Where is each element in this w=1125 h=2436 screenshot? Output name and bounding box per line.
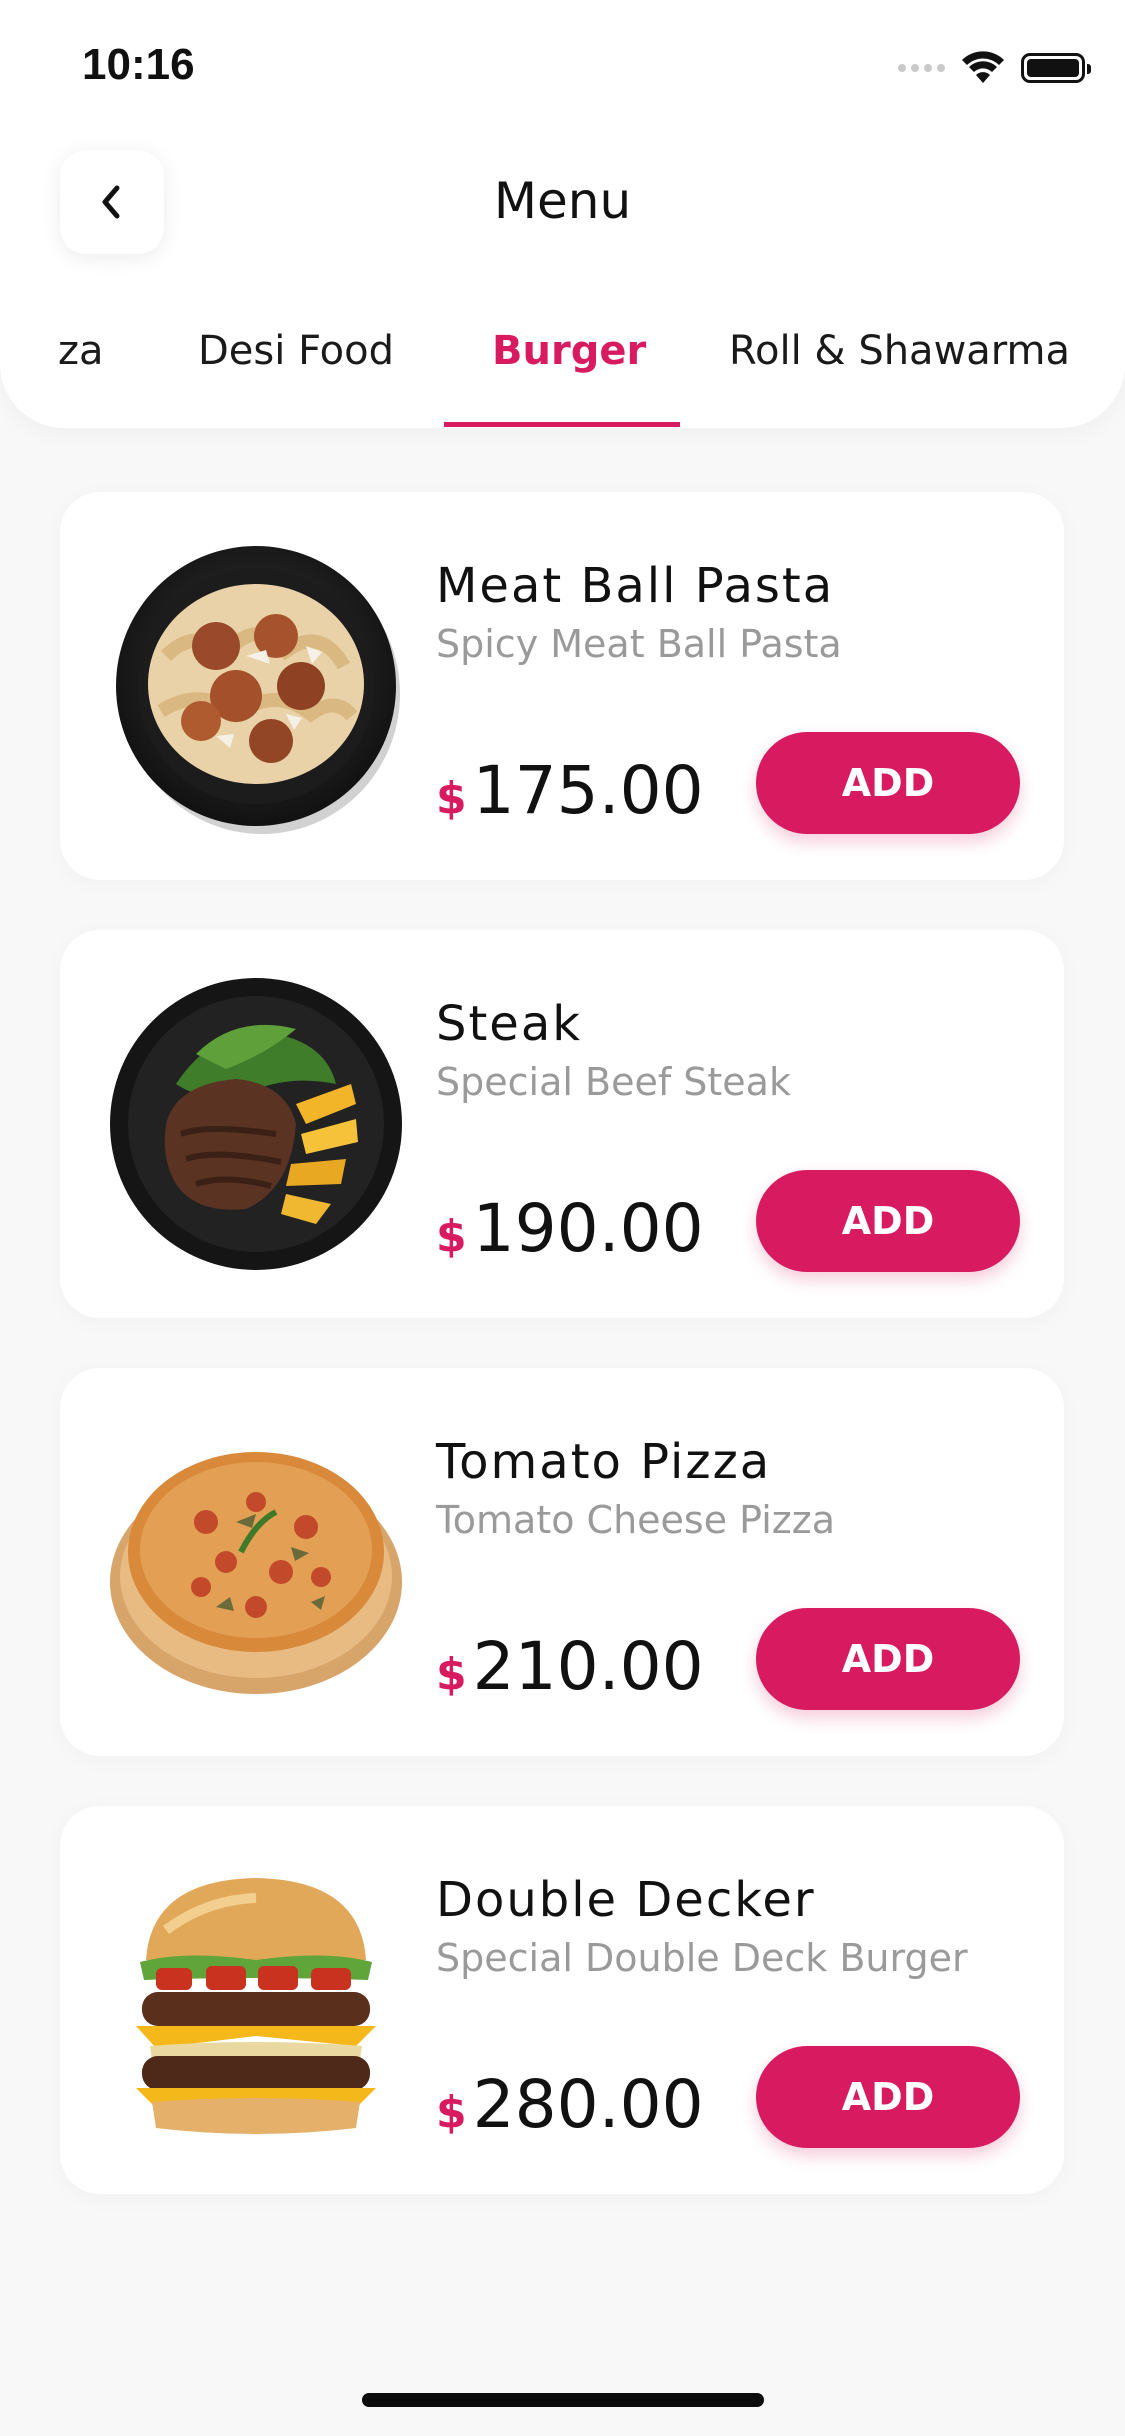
price-amount: 280.00 xyxy=(472,2066,704,2143)
add-button[interactable]: ADD xyxy=(756,732,1020,834)
menu-item-card[interactable]: Meat Ball Pasta Spicy Meat Ball Pasta $ … xyxy=(60,492,1064,880)
item-price: $ 210.00 xyxy=(436,1628,704,1705)
cellular-signal-icon xyxy=(898,64,945,72)
item-price: $ 190.00 xyxy=(436,1190,704,1267)
item-description: Special Double Deck Burger xyxy=(436,1936,968,1980)
burger-image xyxy=(136,1878,376,2134)
tab-desi-food[interactable]: Desi Food xyxy=(198,328,394,374)
add-button[interactable]: ADD xyxy=(756,2046,1020,2148)
battery-icon xyxy=(1021,53,1091,83)
price-amount: 190.00 xyxy=(472,1190,704,1267)
status-icons xyxy=(898,48,1091,88)
home-indicator xyxy=(362,2393,764,2407)
currency-symbol: $ xyxy=(436,773,467,824)
item-description: Spicy Meat Ball Pasta xyxy=(436,622,842,666)
status-time: 10:16 xyxy=(82,40,195,89)
item-description: Special Beef Steak xyxy=(436,1060,791,1104)
item-name: Double Decker xyxy=(436,1872,816,1928)
item-name: Meat Ball Pasta xyxy=(436,558,835,614)
active-tab-indicator xyxy=(444,422,680,427)
pizza-image xyxy=(110,1452,402,1694)
meatball-pasta-image xyxy=(116,546,400,834)
add-button[interactable]: ADD xyxy=(756,1170,1020,1272)
tab-burger[interactable]: Burger xyxy=(492,328,646,374)
item-name: Tomato Pizza xyxy=(436,1434,772,1490)
menu-item-card[interactable]: Steak Special Beef Steak $ 190.00 ADD xyxy=(60,930,1064,1318)
item-price: $ 280.00 xyxy=(436,2066,704,2143)
currency-symbol: $ xyxy=(436,1211,467,1262)
currency-symbol: $ xyxy=(436,1649,467,1700)
price-amount: 210.00 xyxy=(472,1628,704,1705)
menu-item-card[interactable]: Double Decker Special Double Deck Burger… xyxy=(60,1806,1064,2194)
steak-image xyxy=(110,978,402,1270)
category-tabs: za Desi Food Burger Roll & Shawarma xyxy=(0,320,1125,428)
page-title: Menu xyxy=(493,172,632,230)
add-button[interactable]: ADD xyxy=(756,1608,1020,1710)
tab-pizza[interactable]: za xyxy=(58,328,104,374)
item-name: Steak xyxy=(436,996,583,1052)
price-amount: 175.00 xyxy=(472,752,704,829)
menu-item-card[interactable]: Tomato Pizza Tomato Cheese Pizza $ 210.0… xyxy=(60,1368,1064,1756)
tab-roll-shawarma[interactable]: Roll & Shawarma xyxy=(729,328,1070,374)
header: 10:16 Menu za Desi Food Burger Roll & Sh… xyxy=(0,0,1125,428)
status-bar: 10:16 xyxy=(0,0,1125,140)
item-description: Tomato Cheese Pizza xyxy=(436,1498,835,1542)
item-price: $ 175.00 xyxy=(436,752,704,829)
wifi-icon xyxy=(962,51,1004,83)
currency-symbol: $ xyxy=(436,2087,467,2138)
